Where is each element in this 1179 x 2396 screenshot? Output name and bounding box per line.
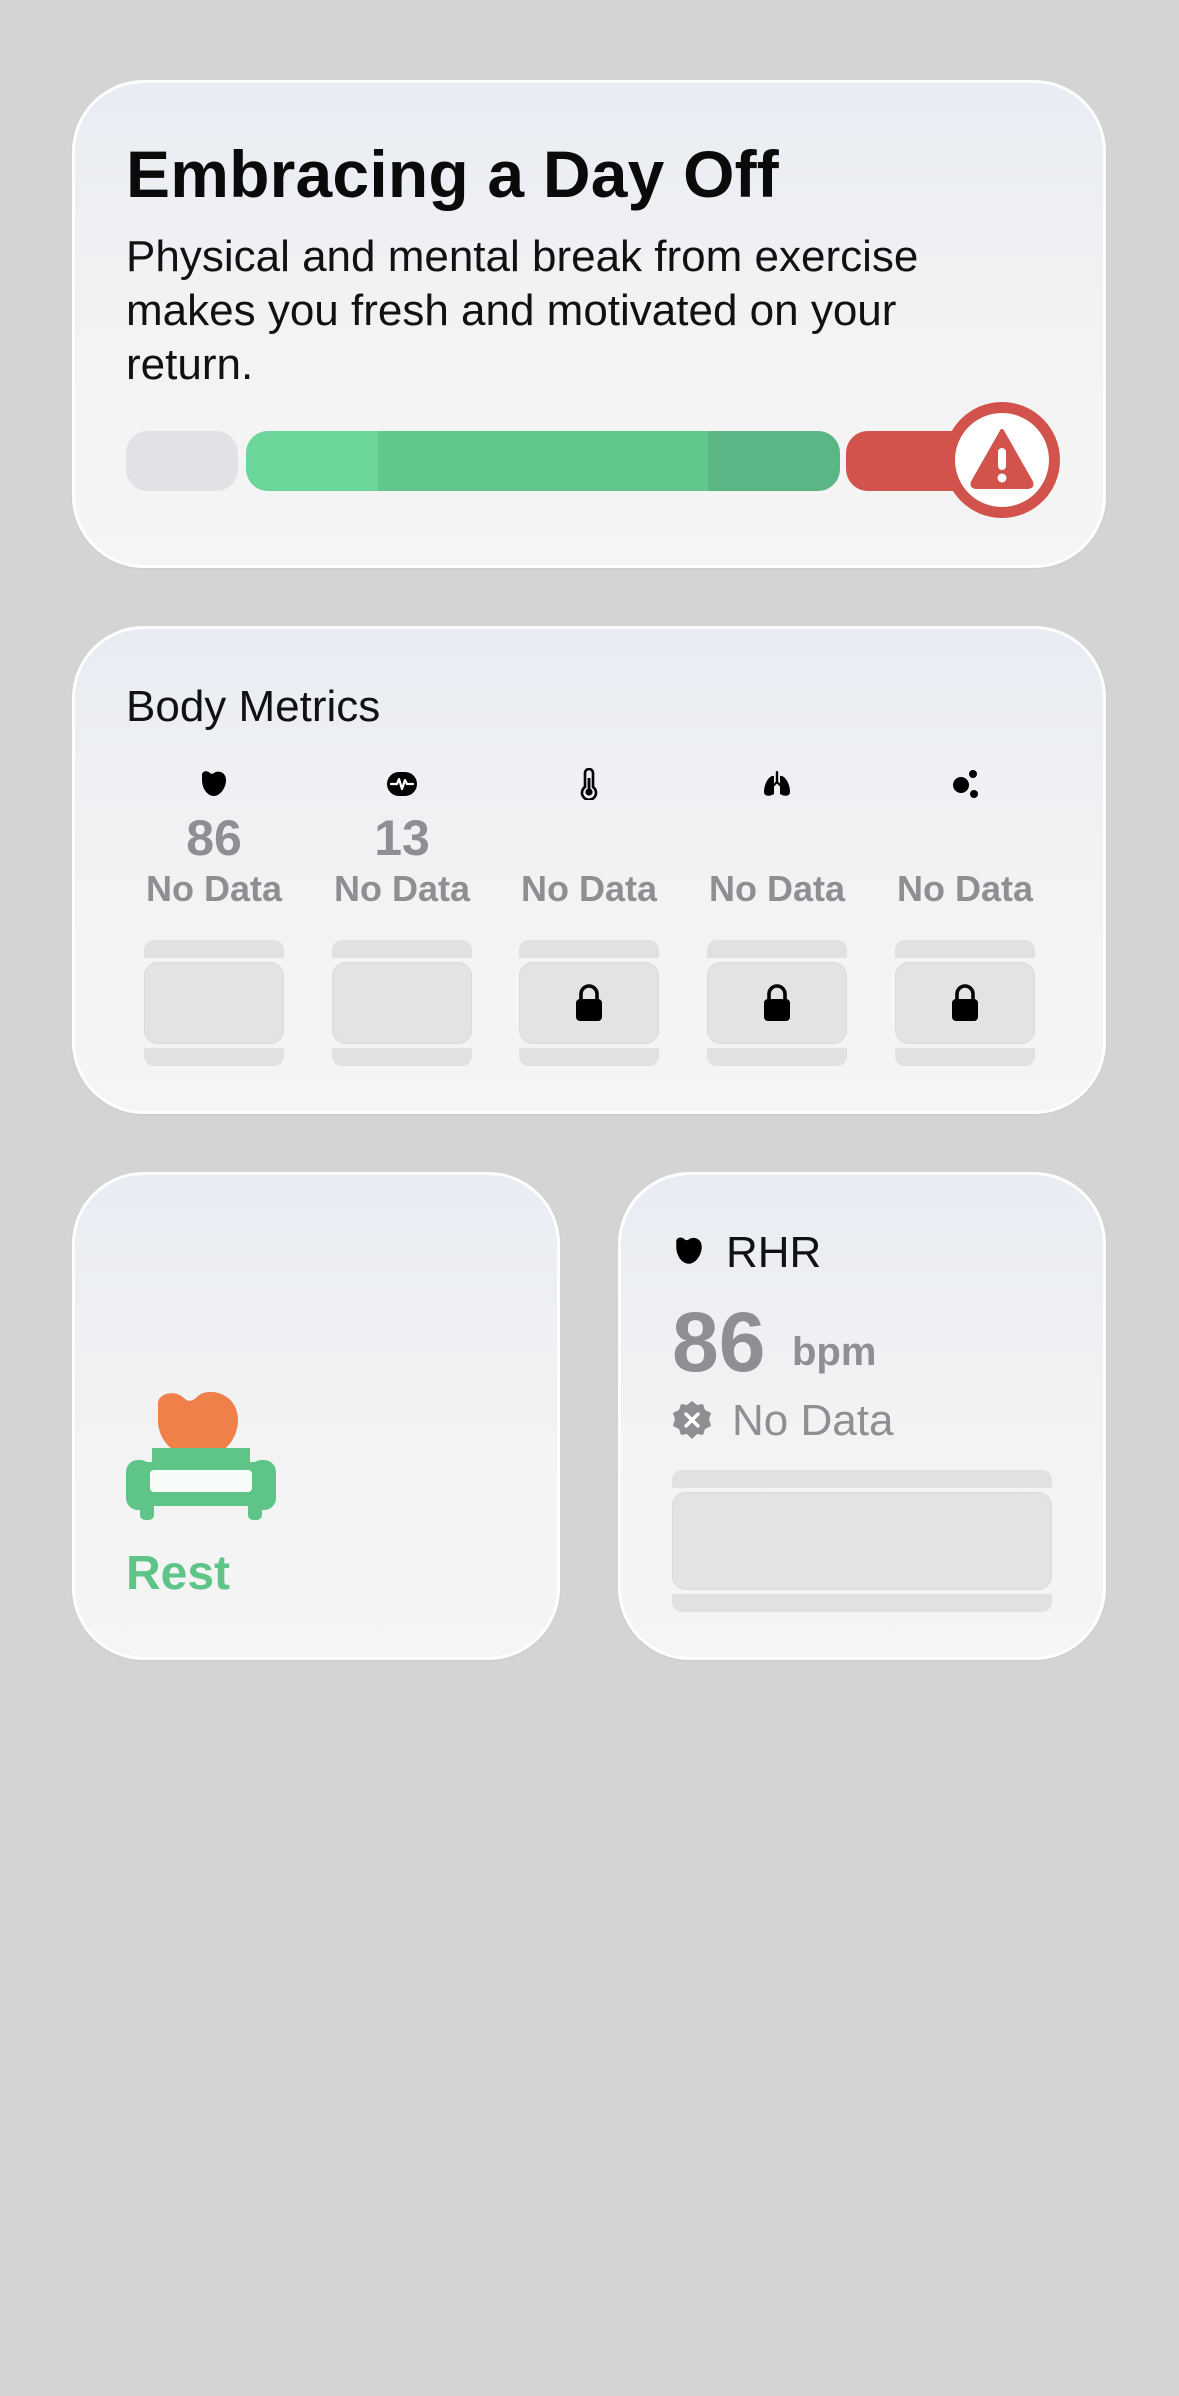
rhr-card[interactable]: RHR 86 bpm No Data bbox=[618, 1172, 1106, 1660]
rhr-value: 86 bbox=[672, 1295, 766, 1389]
rhr-chart bbox=[672, 1492, 1052, 1590]
metric-chart-bottom bbox=[519, 1048, 659, 1066]
metric-chart-top bbox=[895, 940, 1035, 958]
metric-chart-bottom bbox=[332, 1048, 472, 1066]
lungs-icon bbox=[764, 771, 790, 796]
metric-value: 13 bbox=[374, 810, 430, 866]
metric-value: 86 bbox=[186, 810, 242, 866]
rhr-chart-top bbox=[672, 1470, 1052, 1488]
metric-chart-top bbox=[519, 940, 659, 958]
gauge-segment-green bbox=[246, 431, 840, 491]
lock-icon bbox=[764, 984, 790, 1021]
rhr-unit: bpm bbox=[792, 1330, 877, 1374]
metric-heart[interactable]: 86 No Data bbox=[144, 768, 284, 1088]
sofa-heart-icon bbox=[126, 1391, 276, 1520]
heart-icon bbox=[676, 1237, 702, 1264]
metric-oxygen[interactable]: No Data bbox=[895, 768, 1035, 1088]
metric-chart-bottom bbox=[895, 1048, 1035, 1066]
metric-status: No Data bbox=[145, 868, 283, 909]
day-off-description: Physical and mental break from exercise … bbox=[126, 232, 919, 389]
metric-status: No Data bbox=[708, 868, 846, 909]
metric-hrv[interactable]: 13 No Data bbox=[332, 768, 472, 1088]
gauge-indicator bbox=[944, 402, 1060, 518]
rest-label: Rest bbox=[126, 1547, 231, 1600]
metric-status: No Data bbox=[520, 868, 658, 909]
metric-chart-top bbox=[332, 940, 472, 958]
heartbeat-monitor-icon bbox=[387, 772, 417, 796]
lock-icon bbox=[952, 984, 978, 1021]
rhr-status: No Data bbox=[732, 1396, 894, 1445]
warning-icon bbox=[970, 429, 1034, 489]
day-off-title: Embracing a Day Off bbox=[126, 137, 779, 211]
rhr-label: RHR bbox=[726, 1228, 822, 1277]
body-metrics-title: Body Metrics bbox=[126, 682, 381, 731]
metric-status: No Data bbox=[333, 868, 471, 909]
metric-chart-bottom bbox=[707, 1048, 847, 1066]
heart-icon bbox=[202, 771, 226, 796]
metric-chart bbox=[144, 962, 284, 1044]
metric-status: No Data bbox=[896, 868, 1034, 909]
molecule-icon bbox=[953, 770, 978, 798]
metric-chart-bottom bbox=[144, 1048, 284, 1066]
rhr-chart-bottom bbox=[672, 1594, 1052, 1612]
metric-temperature[interactable]: No Data bbox=[519, 768, 659, 1088]
thermometer-icon bbox=[580, 768, 598, 800]
gauge-segment-gray bbox=[126, 431, 238, 491]
metric-chart-top bbox=[707, 940, 847, 958]
metric-respiratory[interactable]: No Data bbox=[707, 768, 847, 1088]
metric-chart bbox=[332, 962, 472, 1044]
lock-icon bbox=[576, 984, 602, 1021]
rest-card[interactable]: Rest bbox=[72, 1172, 560, 1660]
cross-badge-icon bbox=[673, 1401, 711, 1439]
body-metrics-card[interactable]: Body Metrics 86 No Data 13 No Data No Da… bbox=[72, 626, 1106, 1114]
day-off-card[interactable]: Embracing a Day Off Physical and mental … bbox=[72, 80, 1106, 568]
metric-chart-top bbox=[144, 940, 284, 958]
